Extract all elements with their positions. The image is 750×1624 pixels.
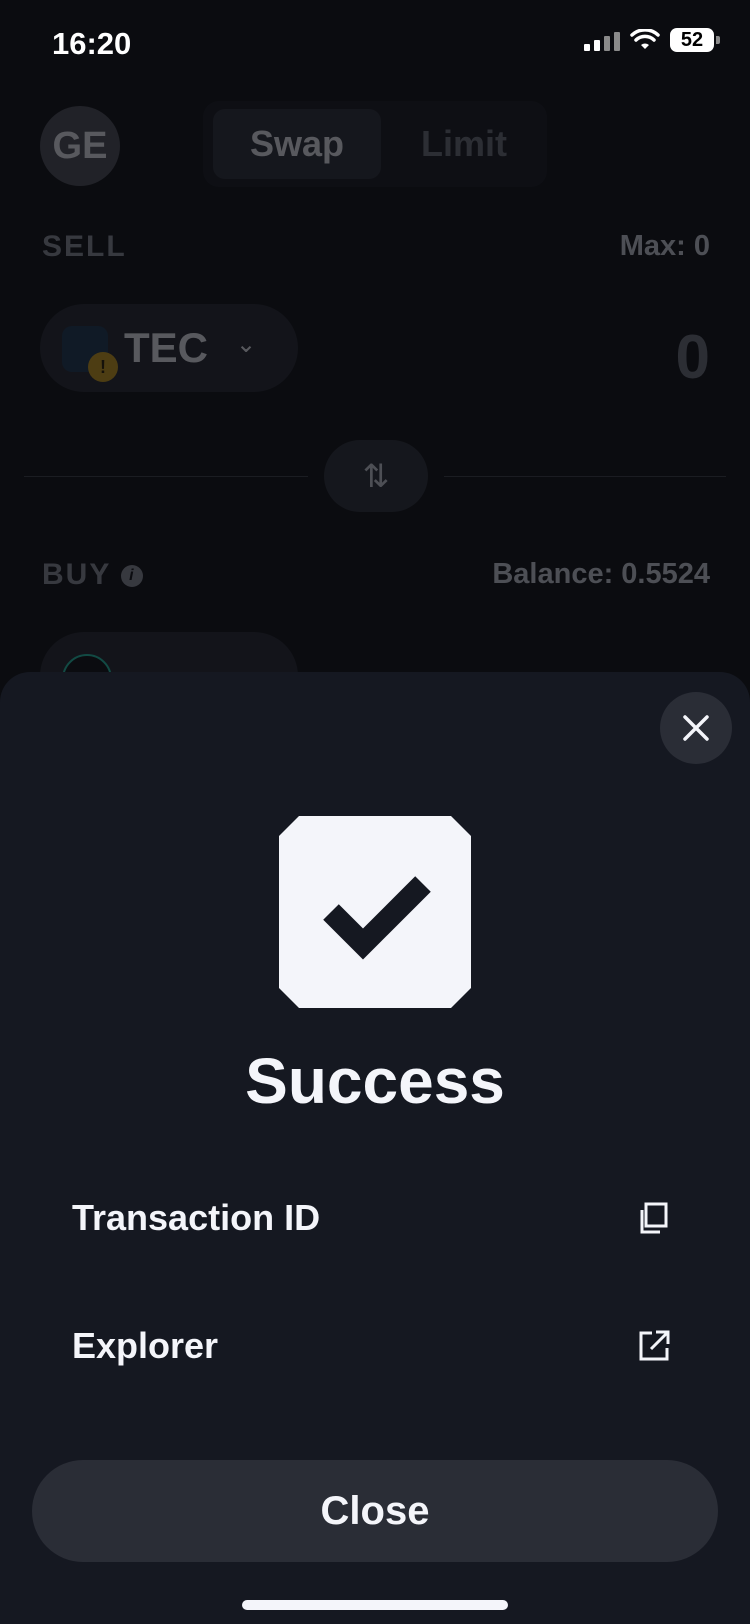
success-check-icon — [279, 816, 471, 1008]
info-icon[interactable]: i — [121, 565, 144, 588]
home-indicator[interactable] — [242, 1600, 508, 1610]
close-button[interactable]: Close — [32, 1460, 718, 1562]
transaction-id-label: Transaction ID — [72, 1197, 321, 1238]
chevron-down-icon: ⌄ — [236, 331, 257, 358]
buy-label-text: BUY — [42, 558, 112, 591]
close-icon — [683, 715, 709, 741]
sell-amount[interactable]: 0 — [676, 322, 710, 393]
avatar[interactable]: GE — [40, 106, 120, 186]
tab-limit[interactable]: Limit — [389, 109, 539, 179]
sell-token-selector[interactable]: ! TEC ⌄ — [40, 304, 298, 392]
sell-token-name: TEC — [124, 324, 208, 371]
external-link-icon[interactable] — [636, 1328, 672, 1364]
warning-icon: ! — [88, 352, 118, 382]
success-sheet: Success Transaction ID Explorer Close — [0, 672, 750, 1624]
balance-text: Balance: 0.5524 — [492, 558, 710, 590]
max-text[interactable]: Max: 0 — [620, 230, 710, 263]
divider-left — [24, 476, 308, 477]
divider-right — [444, 476, 726, 477]
buy-label: BUY i — [42, 558, 144, 592]
copy-icon[interactable] — [636, 1200, 672, 1236]
switch-direction-button[interactable]: ⇅ — [324, 440, 428, 512]
explorer-row[interactable]: Explorer — [72, 1316, 672, 1376]
success-title: Success — [245, 1045, 505, 1117]
mode-tabs: Swap Limit — [203, 101, 547, 187]
explorer-label: Explorer — [72, 1325, 219, 1366]
transaction-id-row[interactable]: Transaction ID — [72, 1188, 672, 1248]
swap-arrows-icon: ⇅ — [362, 458, 390, 494]
tab-swap[interactable]: Swap — [213, 109, 381, 179]
sell-label: SELL — [42, 230, 127, 263]
close-icon-button[interactable] — [660, 692, 732, 764]
